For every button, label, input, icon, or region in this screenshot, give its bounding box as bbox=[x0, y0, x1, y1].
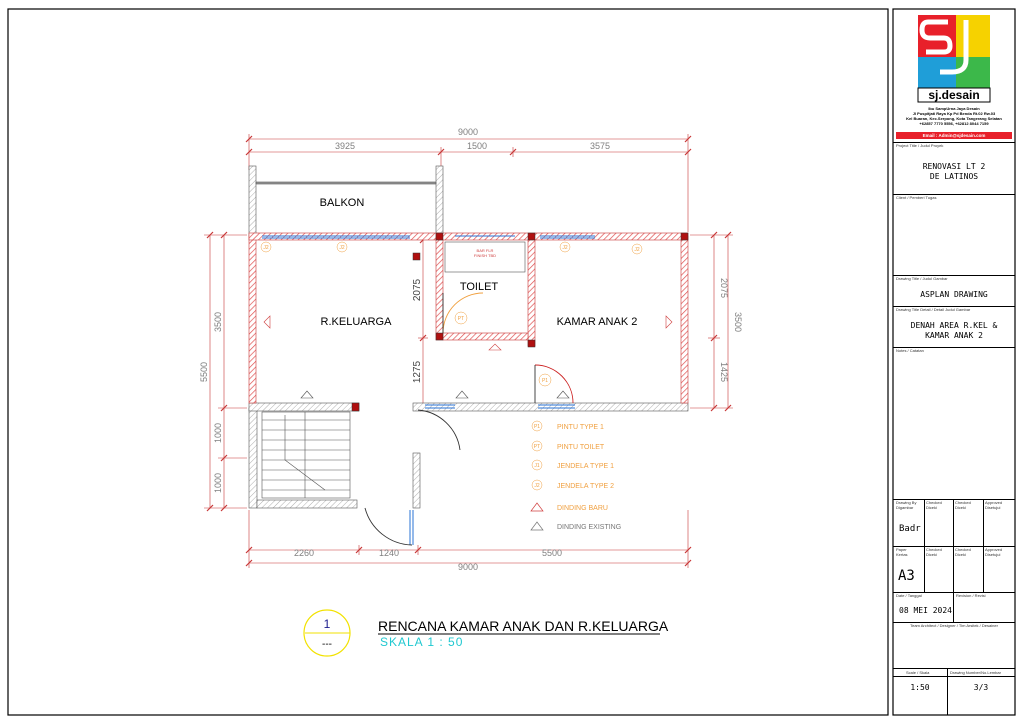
legend-pt-text: PINTU TOILET bbox=[557, 444, 605, 451]
project-line-2: DE LATINOS bbox=[929, 172, 979, 181]
plan-tags: J2 J2 J2 J2 PT P1 bbox=[260, 241, 643, 387]
doors bbox=[364, 292, 574, 546]
toilet-note-2: FINISH TBD bbox=[474, 253, 496, 258]
room-balkon: BALKON bbox=[320, 197, 365, 209]
legend-p1-tag: P1 bbox=[534, 424, 540, 430]
company-info: Ibu SampUrna Jaya Desain Jl Puspitjati R… bbox=[895, 106, 1013, 126]
date-label: Date / Tanggal bbox=[896, 593, 922, 598]
legend-new-wall-icon bbox=[530, 502, 544, 512]
legend-existing-wall-text: DINDING EXISTING bbox=[557, 524, 621, 531]
dim-left-b: 1000 bbox=[213, 423, 223, 443]
checked4-label: Checked Diceki bbox=[955, 547, 971, 557]
sheet-number: 3/3 bbox=[973, 683, 989, 692]
drawn-by-value: Badr bbox=[899, 524, 921, 534]
title-number: 1 bbox=[324, 617, 331, 631]
approved-label: Approved Disetujui bbox=[985, 500, 1002, 510]
staircase bbox=[261, 411, 351, 499]
dim-mid-b: 1275 bbox=[412, 360, 423, 383]
approved-label-2: Disetujui bbox=[985, 505, 1001, 510]
company-phone: +62857 7770 5556, +62812 8044 7159 bbox=[919, 121, 989, 126]
dim-top-a: 3925 bbox=[335, 141, 355, 151]
legend-j1-text: JENDELA TYPE 1 bbox=[557, 463, 614, 470]
dim-bottom-b: 1240 bbox=[379, 548, 399, 558]
checked4-label-2: Diceki bbox=[955, 552, 966, 557]
notes-label: Notes / Catatan bbox=[896, 348, 924, 353]
checked3-label-2: Diceki bbox=[926, 552, 937, 557]
legend-j2-text: JENDELA TYPE 2 bbox=[557, 483, 614, 490]
title-text: RENCANA KAMAR ANAK DAN R.KELUARGA bbox=[378, 618, 669, 634]
room-kamar: KAMAR ANAK 2 bbox=[557, 316, 638, 328]
drawn-by-label-2: Digambar bbox=[896, 505, 914, 510]
dim-right-b: 1425 bbox=[719, 362, 729, 382]
revision-label: Revision / Revisi bbox=[956, 593, 986, 598]
drawn-by-label: Drawing By Digambar bbox=[896, 500, 916, 510]
paper-label-2: Kertas bbox=[896, 552, 908, 557]
drawing-title-label: Drawing Title / Judul Gambar bbox=[896, 276, 948, 281]
legend-new-wall-text: DINDING BARU bbox=[557, 505, 608, 512]
drawing-detail-2: KAMAR ANAK 2 bbox=[925, 331, 983, 340]
dim-left-c: 1000 bbox=[213, 473, 223, 493]
dim-right-a: 2075 bbox=[719, 278, 729, 298]
legend-j2-tag: J2 bbox=[534, 483, 540, 489]
dim-mid-a: 2075 bbox=[412, 278, 423, 301]
approved2-label: Approved Disetujui bbox=[985, 547, 1002, 557]
project-label: Project Title / Judul Proyek bbox=[896, 143, 944, 148]
company-email: Email : Admin@sjdesain.com bbox=[922, 133, 986, 138]
drawing-title: 1 --- RENCANA KAMAR ANAK DAN R.KELUARGA … bbox=[303, 609, 669, 657]
dim-left-a: 3500 bbox=[213, 312, 223, 332]
number-label: Drawing Number/No.Lembar bbox=[950, 670, 1001, 675]
checked3-label: Checked Diceki bbox=[926, 547, 942, 557]
checked2-label: Checked Diceki bbox=[955, 500, 971, 510]
paper-label: Paper Kertas bbox=[896, 547, 908, 557]
dim-top-c: 3575 bbox=[590, 141, 610, 151]
wall-markers bbox=[263, 315, 673, 399]
tag-p1-text: P1 bbox=[542, 378, 548, 384]
legend-pt-tag: PT bbox=[534, 444, 540, 450]
team-label: Team Architect / Designer / Tim Arsitek … bbox=[910, 623, 998, 628]
checked2-label-2: Diceki bbox=[955, 505, 966, 510]
dim-bottom-total: 9000 bbox=[458, 562, 478, 572]
tag-j2-4-text: J2 bbox=[634, 247, 640, 253]
scale-label: Scale / Skala bbox=[906, 670, 930, 675]
legend-p1-text: PINTU TYPE 1 bbox=[557, 424, 604, 431]
room-toilet: TOILET bbox=[460, 281, 499, 293]
date-value: 08 MEI 2024 bbox=[899, 606, 952, 615]
drawing-title: ASPLAN DRAWING bbox=[920, 290, 988, 299]
windows bbox=[262, 235, 595, 545]
checked1-label: Checked Diceki bbox=[926, 500, 942, 510]
dim-top-total: 9000 bbox=[458, 127, 478, 137]
legend: P1 PINTU TYPE 1 PT PINTU TOILET J1 JENDE… bbox=[530, 420, 621, 531]
drawing-detail-1: DENAH AREA R.KEL & bbox=[910, 321, 998, 330]
dim-left-total: 5500 bbox=[199, 362, 209, 382]
scale-value: 1:50 bbox=[910, 683, 930, 692]
checked1-label-2: Diceki bbox=[926, 505, 937, 510]
tag-j2-1-text: J2 bbox=[263, 245, 269, 251]
tag-pt-text: PT bbox=[458, 316, 464, 322]
title-scale: SKALA 1 : 50 bbox=[380, 635, 463, 649]
client-label: Client / Pemberi Tugas bbox=[896, 195, 937, 200]
drawing-sheet: 9000 3925 1500 3575 2260 1240 5500 9000 … bbox=[7, 8, 1016, 716]
dim-bottom-c: 5500 bbox=[542, 548, 562, 558]
project-line-1: RENOVASI LT 2 bbox=[922, 162, 986, 171]
drawing-detail-label: Drawing Title Detail / Detail Judul Gamb… bbox=[896, 307, 971, 312]
brand-name: sj.desain bbox=[928, 88, 979, 102]
drawing-frame bbox=[7, 8, 889, 716]
legend-j1-tag: J1 bbox=[534, 463, 540, 469]
paper-value: A3 bbox=[898, 568, 915, 584]
room-keluarga: R.KELUARGA bbox=[321, 316, 393, 328]
dim-right-total: 3500 bbox=[733, 312, 743, 332]
approved2-label-2: Disetujui bbox=[985, 552, 1001, 557]
dim-bottom-a: 2260 bbox=[294, 548, 314, 558]
dim-top-b: 1500 bbox=[467, 141, 487, 151]
tag-j2-3-text: J2 bbox=[562, 245, 568, 251]
legend-existing-wall-icon bbox=[530, 521, 544, 531]
tag-j2-2-text: J2 bbox=[339, 245, 345, 251]
columns bbox=[351, 232, 689, 412]
title-sub: --- bbox=[322, 639, 332, 650]
